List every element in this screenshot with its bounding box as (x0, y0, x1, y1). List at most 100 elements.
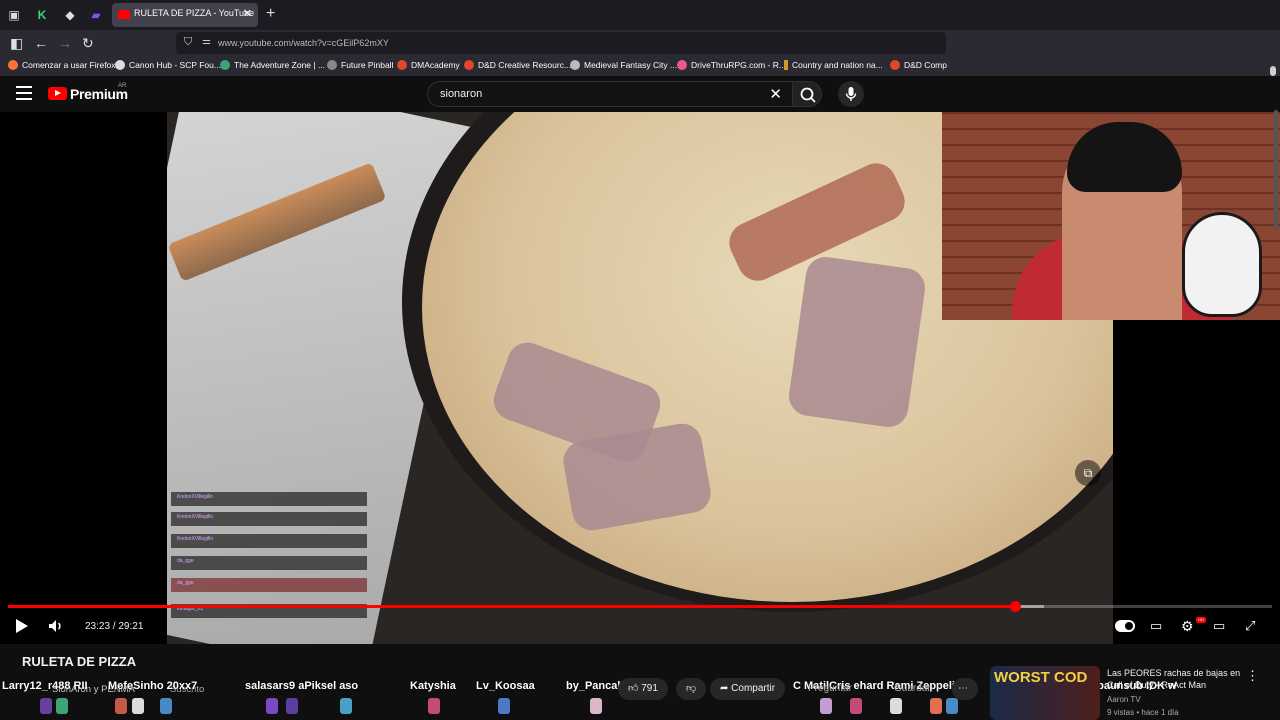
chat-line: KrelonXVillegillo (171, 534, 367, 548)
volume-icon-shape (49, 620, 61, 632)
bookmark-item[interactable]: DriveThruRPG.com - R... (677, 60, 786, 70)
chat-line: KrelonXVillegillo (171, 512, 367, 526)
bookmark-item[interactable]: D&D Comp (890, 60, 947, 70)
share-label: Compartir (731, 683, 776, 694)
sidebar-toggle-icon[interactable]: ◧ (10, 35, 23, 51)
back-arrow-icon[interactable]: ← (34, 35, 48, 51)
search-icon (800, 87, 816, 103)
pixel-sprite-image (56, 698, 68, 714)
search-query: sionaron (440, 88, 483, 100)
close-tab-icon[interactable]: ✕ (243, 7, 252, 20)
shield-icon[interactable]: ⛉ (184, 36, 192, 49)
pixel-sprite-image (498, 698, 510, 714)
save-label: Guardar (894, 683, 931, 694)
save-button[interactable]: Guardar (884, 678, 941, 700)
search-input[interactable]: sionaron ✕ (427, 81, 793, 107)
like-count: 791 (641, 683, 658, 694)
pixel-sprite-image (850, 698, 862, 714)
address-bar[interactable]: ⛉ ⚌ www.youtube.com/watch?v=cGEilP62mXY (176, 32, 946, 54)
permissions-icon[interactable]: ⚌ (202, 36, 211, 47)
chat-line: da_gge (171, 578, 367, 592)
pixel-sprite-image (115, 698, 127, 714)
play-icon-shape (16, 619, 28, 633)
time-display: 23:23 / 29:21 (85, 621, 144, 632)
reload-icon[interactable]: ↻ (82, 35, 94, 51)
chat-line: KrelonXVillegillo (171, 492, 367, 506)
like-button[interactable]: 👍︎ 791 (618, 678, 668, 700)
youtube-favicon-icon (118, 10, 130, 19)
bookmark-item[interactable]: DMAcademy (397, 60, 460, 70)
progress-bar-played (8, 605, 1016, 608)
page-scrollbar-arrow[interactable] (1270, 66, 1276, 76)
recommended-video-subtitle[interactable]: Call of Duty - ReAct Man (1107, 680, 1206, 690)
pixel-sprite-image (590, 698, 602, 714)
browser-nav-bar: ◧ ← → ↻ ⛉ ⚌ www.youtube.com/watch?v=cGEi… (0, 30, 1280, 56)
bookmark-item[interactable]: Canon Hub - SCP Fou... (115, 60, 221, 70)
stream-name-label: salasars9 aPiksel aso (245, 680, 359, 692)
microphone-icon (845, 87, 857, 101)
settings-gear-icon[interactable]: ⚙ (1181, 617, 1194, 635)
recommended-video-channel[interactable]: Aaron TV (1107, 695, 1141, 704)
tab-list-icon[interactable]: ▣ (6, 7, 22, 23)
country-code: AR (118, 83, 127, 89)
pixel-sprite-image (890, 698, 902, 714)
voice-search-button[interactable] (838, 81, 864, 107)
autoplay-toggle[interactable] (1115, 620, 1135, 632)
pixel-sprite-image (286, 698, 298, 714)
fullscreen-icon[interactable]: ⤢ (1245, 617, 1255, 635)
pinned-tab-twitch-icon[interactable]: ▰ (88, 7, 104, 23)
clear-search-icon[interactable]: ✕ (769, 85, 782, 103)
recommended-video-thumbnail[interactable]: WORST COD (990, 666, 1100, 720)
share-arrow-icon: ➦ (720, 683, 729, 694)
ham-slice-image (786, 254, 928, 430)
search-button[interactable] (792, 81, 822, 107)
subtitles-icon[interactable]: ▭ (1150, 617, 1162, 635)
play-icon[interactable] (14, 617, 30, 639)
stream-name-label: Larry12_r488 RII (2, 680, 88, 692)
streamer-webcam-overlay (942, 112, 1280, 320)
pixel-sprite-image (132, 698, 144, 714)
bookmark-item[interactable]: The Adventure Zone | ... (220, 60, 325, 70)
stream-chat-overlay: KrelonXVillegillo KrelonXVillegillo Krel… (167, 492, 367, 642)
more-actions-icon[interactable]: ⋯ (952, 678, 978, 700)
page-scrollbar-thumb[interactable] (1274, 110, 1278, 230)
ask-label: Preguntar (808, 683, 852, 694)
pixel-sprite-image (428, 698, 440, 714)
bookmark-item[interactable]: D&D Creative Resourc... (464, 60, 571, 70)
bookmark-item[interactable]: Future Pinball (327, 60, 393, 70)
video-player[interactable]: ⧉ KrelonXVillegillo KrelonXVillegillo Kr… (0, 112, 1280, 644)
thumbnail-text: WORST COD (994, 669, 1088, 686)
pixel-sprite-image (340, 698, 352, 714)
thumbs-up-icon: 👍︎ (628, 683, 639, 694)
forward-arrow-icon[interactable]: → (58, 35, 72, 51)
recommendation-menu-icon[interactable]: ⋮ (1246, 668, 1259, 684)
share-button[interactable]: ➦ Compartir (710, 678, 786, 700)
youtube-logo-icon[interactable] (48, 87, 67, 100)
new-tab-icon[interactable]: + (266, 5, 275, 23)
recommended-video-meta: 9 vistas • hace 1 día (1107, 708, 1179, 717)
recommended-video-title[interactable]: Las PEORES rachas de bajas en (1107, 668, 1240, 678)
stream-name-label: MefeSinho 20xx7 (108, 680, 198, 692)
hd-badge: HD (1196, 617, 1206, 623)
pixel-sprite-image (930, 698, 942, 714)
pinned-tab-kick-icon[interactable]: K (34, 7, 50, 23)
stream-name-label: Lv_Koosaa (476, 680, 535, 692)
menu-icon[interactable] (16, 86, 32, 100)
pixel-sprite-image (946, 698, 958, 714)
video-title: RULETA DE PIZZA (22, 654, 137, 669)
bookmark-item[interactable]: Country and nation na... (784, 60, 883, 70)
miniplayer-icon[interactable]: ⧉ (1075, 460, 1101, 486)
url-text: www.youtube.com/watch?v=cGEilP62mXY (218, 38, 389, 48)
theater-mode-icon[interactable]: ▭ (1213, 617, 1225, 635)
chat-line: da_gge (171, 556, 367, 570)
pixel-sprite-image (40, 698, 52, 714)
bookmark-item[interactable]: Medieval Fantasy City ... (570, 60, 677, 70)
pinned-tab-app-icon[interactable]: ◆ (62, 7, 78, 23)
thumbs-down-icon: 👎︎ (686, 683, 697, 694)
dislike-button[interactable]: 👎︎ (676, 678, 707, 700)
volume-icon[interactable] (47, 617, 65, 639)
pixel-sprite-image (266, 698, 278, 714)
ask-button[interactable]: Preguntar (798, 678, 862, 700)
bookmark-item[interactable]: Comenzar a usar Firefox (8, 60, 116, 70)
tab-youtube-active[interactable]: RULETA DE PIZZA - YouTube ✕ (112, 3, 258, 27)
